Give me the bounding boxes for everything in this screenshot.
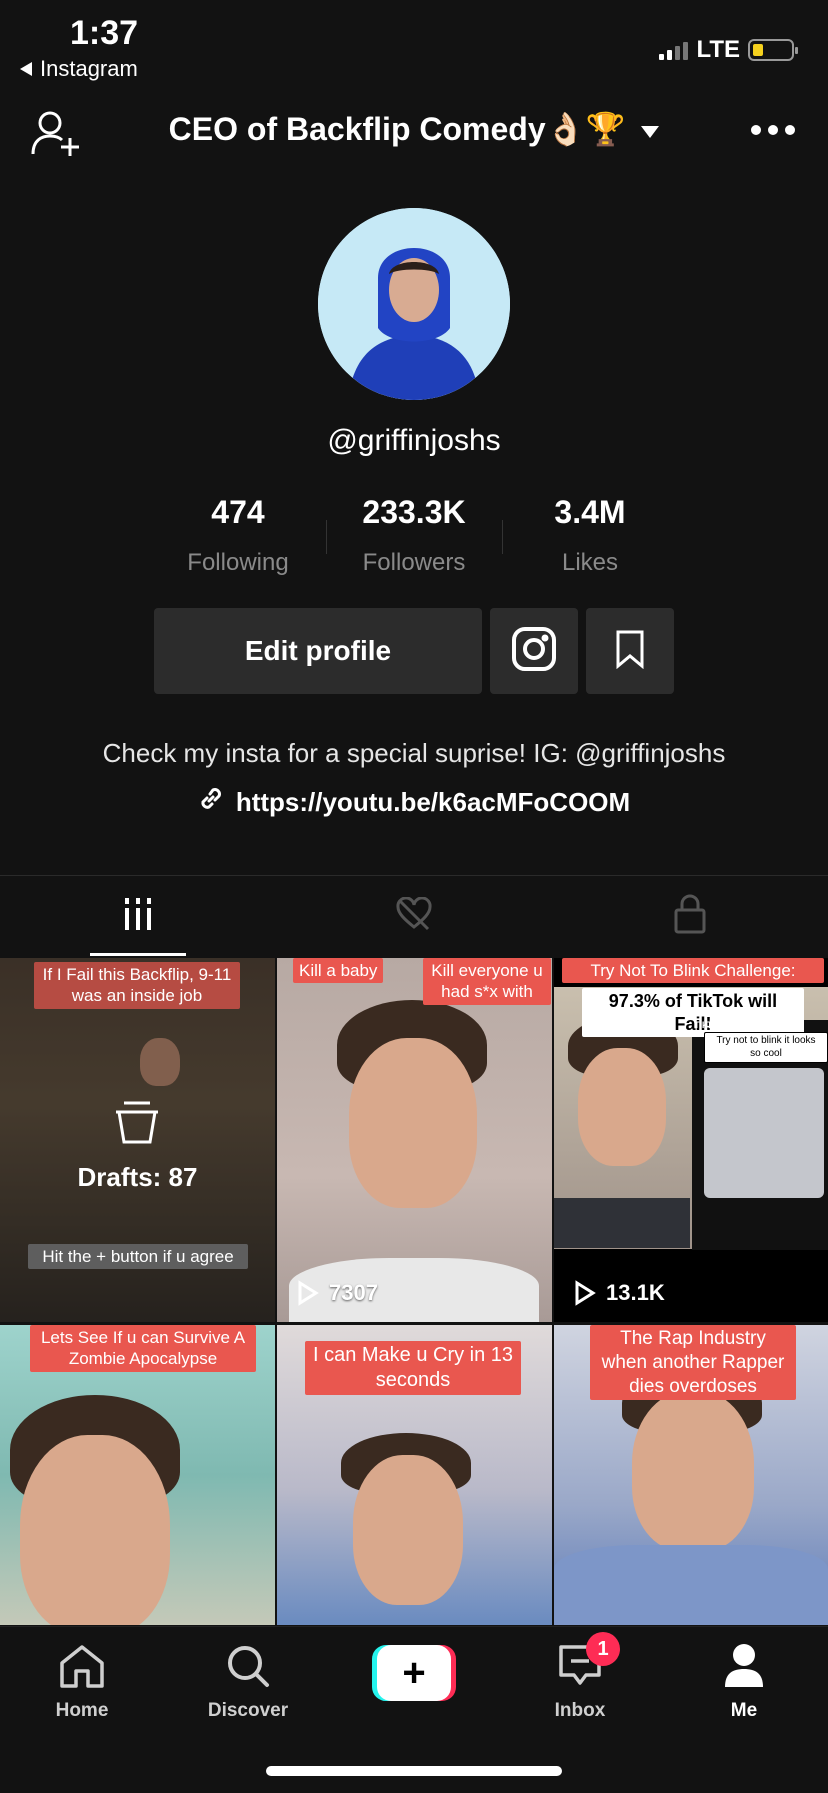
search-icon [228, 1646, 269, 1687]
stat-likes[interactable]: 3.4M Likes [502, 494, 678, 576]
view-count-value: 13.1K [606, 1280, 665, 1305]
play-icon [298, 1280, 319, 1306]
videos-grid-icon [123, 897, 153, 935]
edit-profile-button[interactable]: Edit profile [154, 608, 482, 694]
signal-icon [659, 40, 689, 60]
nav-me[interactable]: Me [684, 1643, 804, 1722]
create-video-button[interactable]: + [372, 1645, 456, 1701]
video-grid: If I Fail this Backflip, 9-11 was an ins… [0, 958, 828, 1626]
view-count: 13.1K [574, 1280, 665, 1306]
chevron-down-icon [641, 125, 660, 138]
play-icon [575, 1280, 596, 1306]
profile-bio: Check my insta for a special suprise! IG… [102, 738, 726, 768]
video-tile[interactable]: Try Not To Blink Challenge: 97.3% of Tik… [554, 958, 828, 1322]
back-triangle-icon [20, 56, 32, 82]
tab-liked[interactable] [276, 876, 552, 956]
nav-discover[interactable]: Discover [188, 1643, 308, 1722]
home-indicator[interactable] [266, 1766, 562, 1776]
favorites-button[interactable] [586, 608, 674, 694]
video-caption: Lets See If u can Survive A Zombie Apoca… [30, 1325, 256, 1372]
profile-tabs [0, 876, 828, 956]
username: @griffinjoshs [327, 424, 501, 457]
avatar[interactable] [318, 208, 510, 400]
link-icon [198, 786, 224, 819]
nav-inbox[interactable]: Inbox [520, 1643, 640, 1722]
video-tile[interactable]: I can Make u Cry in 13 seconds [277, 1325, 552, 1625]
video-caption: Try Not To Blink Challenge: [562, 958, 824, 984]
stat-label: Followers [362, 549, 466, 576]
stat-followers[interactable]: 233.3K Followers [326, 494, 502, 576]
video-caption: Try not to blink it looks so cool [704, 1032, 828, 1063]
instagram-icon [511, 626, 557, 677]
watermark-label: TikTok [694, 1020, 723, 1030]
back-to-app-link[interactable]: Instagram [20, 56, 138, 82]
stat-following[interactable]: 474 Following [150, 494, 326, 576]
profile-title: CEO of Backflip Comedy👌🏻🏆 [168, 111, 626, 147]
more-options-icon[interactable] [748, 118, 798, 142]
nav-label: Me [730, 1700, 758, 1721]
tab-private[interactable] [552, 876, 828, 956]
video-caption: Hit the + button if u agree [28, 1244, 248, 1270]
profile-stats: 474 Following 233.3K Followers 3.4M Like… [150, 494, 678, 576]
profile-title-dropdown[interactable]: CEO of Backflip Comedy👌🏻🏆 [0, 110, 828, 148]
battery-icon [748, 39, 798, 61]
home-icon [60, 1645, 104, 1688]
video-caption: Kill everyone u had s*x with [423, 958, 551, 1005]
profile-link[interactable]: https://youtu.be/k6acMFoCOOM [0, 786, 828, 819]
nav-label: Discover [207, 1700, 289, 1721]
video-caption: Kill a baby [293, 958, 384, 984]
drafts-count: Drafts: 87 [77, 1162, 198, 1192]
stat-value: 233.3K [362, 494, 466, 530]
profile-link-text: https://youtu.be/k6acMFoCOOM [235, 787, 631, 817]
liked-hidden-icon [394, 895, 434, 936]
video-tile[interactable]: The Rap Industry when another Rapper die… [554, 1325, 828, 1625]
status-indicators: LTE [659, 36, 798, 64]
drafts-box-icon [114, 1100, 160, 1149]
tab-videos[interactable] [0, 876, 276, 956]
profile-icon [725, 1644, 763, 1687]
stat-label: Likes [561, 549, 619, 576]
network-label: LTE [696, 36, 740, 63]
nav-label: Home [55, 1700, 109, 1721]
view-count-value: 7307 [329, 1280, 378, 1305]
stat-value: 3.4M [554, 494, 626, 530]
stat-value: 474 [211, 494, 265, 530]
video-caption: I can Make u Cry in 13 seconds [305, 1341, 521, 1395]
plus-icon: + [377, 1645, 451, 1701]
inbox-badge: 1 [586, 1632, 620, 1666]
bookmark-icon [615, 629, 645, 674]
instagram-button[interactable] [490, 608, 578, 694]
private-lock-icon [673, 894, 707, 939]
video-tile[interactable]: Lets See If u can Survive A Zombie Apoca… [0, 1325, 275, 1625]
video-caption: The Rap Industry when another Rapper die… [590, 1325, 796, 1401]
video-caption: 97.3% of TikTok will Fail! [582, 988, 804, 1037]
status-time: 1:37 [70, 14, 139, 52]
drafts-tile[interactable]: If I Fail this Backflip, 9-11 was an ins… [0, 958, 275, 1322]
video-caption: If I Fail this Backflip, 9-11 was an ins… [34, 962, 240, 1009]
back-app-label: Instagram [40, 56, 138, 81]
stat-label: Following [187, 549, 289, 576]
nav-home[interactable]: Home [22, 1643, 142, 1722]
view-count: 7307 [297, 1280, 378, 1306]
nav-label: Inbox [554, 1700, 606, 1721]
video-tile[interactable]: Kill a baby Kill everyone u had s*x with… [277, 958, 552, 1322]
